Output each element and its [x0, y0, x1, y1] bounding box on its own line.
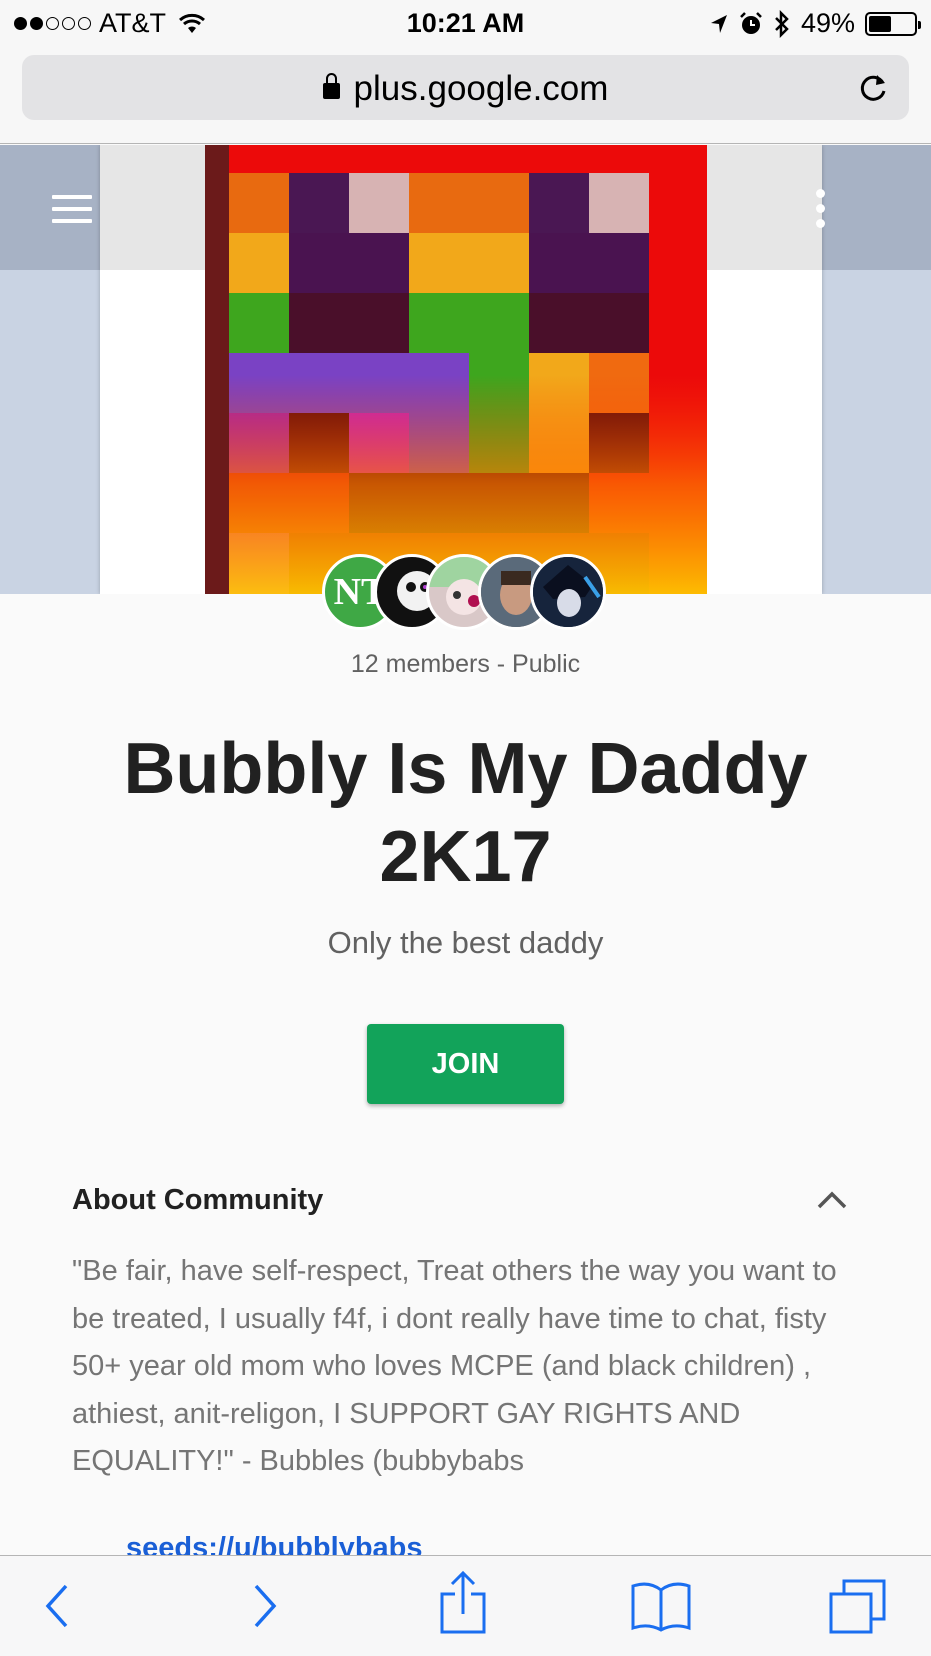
community-cover-art [205, 145, 707, 594]
reload-icon[interactable] [855, 69, 891, 105]
battery-percent: 49% [800, 8, 855, 38]
lock-icon [322, 73, 340, 99]
share-icon[interactable] [438, 1570, 488, 1636]
chevron-up-icon[interactable] [816, 1190, 848, 1210]
status-bar: AT&T 10:21 AM 49% [0, 0, 931, 46]
avatar [530, 554, 606, 630]
forward-arrow-icon[interactable] [250, 1582, 280, 1630]
alarm-clock-icon [740, 11, 762, 34]
address-bar[interactable]: plus.google.com [22, 55, 909, 120]
join-button[interactable]: JOIN [367, 1024, 564, 1104]
more-options-icon[interactable] [816, 189, 826, 229]
browser-toolbar [0, 1555, 931, 1656]
about-community-heading: About Community [72, 1184, 324, 1216]
tabs-icon[interactable] [828, 1578, 888, 1636]
browser-address-area: plus.google.com [0, 46, 931, 144]
cover-image [0, 145, 931, 594]
back-arrow-icon[interactable] [42, 1582, 72, 1630]
hamburger-menu-icon[interactable] [52, 195, 92, 223]
url-text: plus.google.com [353, 69, 609, 108]
battery-icon [865, 11, 921, 36]
status-right: 49% [709, 8, 921, 39]
community-tagline: Only the best daddy [327, 925, 604, 960]
about-community-text: "Be fair, have self-respect, Treat other… [72, 1255, 837, 1477]
address-display[interactable]: plus.google.com [22, 69, 909, 109]
location-arrow-icon [710, 14, 727, 33]
bluetooth-icon [775, 9, 789, 38]
bookmarks-icon[interactable] [630, 1580, 692, 1632]
community-title: Bubbly Is My Daddy 2K17 [123, 729, 808, 897]
battery-level [869, 15, 891, 32]
members-info: 12 members - Public [350, 650, 581, 678]
